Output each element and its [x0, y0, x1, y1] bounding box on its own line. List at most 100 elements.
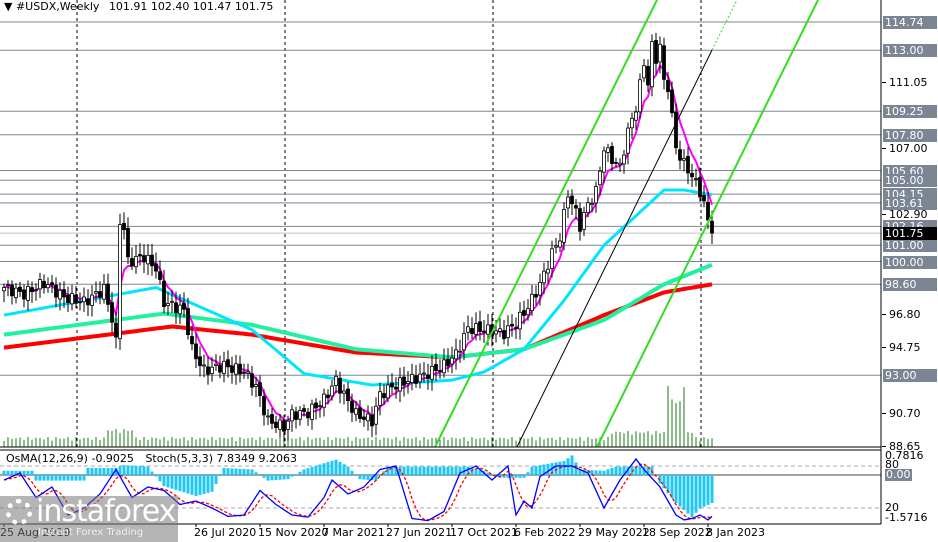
osma-bar: [442, 466, 446, 475]
osma-bar: [522, 475, 526, 478]
bull-candle-body: [210, 366, 214, 374]
bull-candle-body: [538, 282, 542, 296]
osma-bar: [290, 475, 294, 477]
osma-bar: [254, 472, 258, 475]
osma-bar: [174, 475, 178, 490]
osma-bar: [702, 475, 706, 507]
bear-candle-body: [362, 416, 366, 420]
candle: [250, 365, 254, 396]
osma-bar: [182, 475, 186, 493]
candle: [610, 142, 614, 171]
bear-candle-body: [142, 255, 146, 263]
osma-bar: [230, 468, 234, 475]
candle: [258, 375, 262, 407]
level-price-label: 114.74: [883, 16, 937, 29]
dropdown-triangle-icon[interactable]: ▼: [4, 0, 12, 13]
bear-candle-body: [190, 336, 194, 345]
osma-bar: [6, 470, 10, 475]
bull-candle-body: [234, 363, 238, 375]
bear-candle-body: [514, 327, 518, 329]
bear-candle-body: [358, 407, 362, 420]
bull-candle-body: [90, 294, 94, 306]
bull-candle-body: [366, 413, 370, 422]
candle: [38, 272, 42, 298]
osma-bar: [638, 466, 642, 475]
candle: [402, 366, 406, 397]
bull-candle-body: [246, 371, 250, 374]
price-tick-label: 102.90: [882, 208, 928, 222]
candle: [594, 181, 598, 213]
bull-candle-body: [558, 240, 562, 248]
bear-candle-body: [18, 286, 22, 292]
osma-bar: [262, 475, 266, 478]
bull-candle-body: [214, 363, 218, 366]
bear-candle-body: [578, 208, 582, 232]
bear-candle-body: [306, 411, 310, 419]
bull-candle-body: [430, 366, 434, 380]
bull-candle-body: [462, 333, 466, 351]
osma-bar: [162, 475, 166, 487]
bull-candle-body: [498, 328, 502, 332]
osma-bar: [222, 468, 226, 475]
candle: [186, 297, 190, 340]
bear-candle-body: [138, 254, 142, 257]
bull-candle-body: [290, 409, 294, 422]
bull-candle-body: [638, 79, 642, 113]
candle: [466, 315, 470, 341]
bull-candle-body: [354, 408, 358, 415]
bull-candle-body: [310, 403, 314, 420]
osma-bar: [526, 472, 530, 475]
bear-candle-body: [446, 359, 450, 367]
bull-candle-body: [694, 178, 698, 180]
osma-bar: [342, 464, 346, 475]
osma-bar: [238, 468, 242, 475]
candle: [222, 351, 226, 383]
date-label: 7 Mar 2021: [322, 526, 385, 539]
osma-bar: [234, 468, 238, 475]
bull-candle-body: [170, 300, 174, 303]
candle: [366, 405, 370, 431]
candle: [242, 363, 246, 379]
bear-candle-body: [238, 363, 242, 375]
bull-candle-body: [378, 391, 382, 406]
candle: [482, 319, 486, 344]
candle: [626, 122, 630, 165]
bear-candle-body: [338, 377, 342, 394]
candle: [294, 406, 298, 429]
osma-bar: [430, 466, 434, 475]
bear-candle-body: [314, 402, 318, 409]
osma-bar: [562, 461, 566, 475]
bull-candle-body: [278, 419, 282, 430]
bull-candle-body: [322, 393, 326, 408]
bear-candle-body: [690, 172, 694, 178]
osma-bar: [306, 468, 310, 475]
bear-candle-body: [326, 394, 330, 399]
osma-bar: [30, 470, 34, 475]
osma-bar: [122, 465, 126, 475]
bull-candle-body: [14, 287, 18, 298]
bull-candle-body: [342, 390, 346, 394]
trend-channel-lines[interactable]: [434, 0, 819, 448]
bear-candle-body: [614, 161, 618, 164]
candle: [146, 243, 150, 276]
bear-candle-body: [150, 254, 154, 267]
candle: [470, 317, 474, 339]
osma-bar: [134, 465, 138, 475]
price-tick-label: 96.80: [882, 307, 921, 321]
candle: [454, 338, 458, 370]
osma-bar: [274, 475, 278, 481]
bull-candle-body: [506, 325, 510, 339]
bear-candle-body: [470, 328, 474, 334]
bear-candle-body: [182, 302, 186, 310]
bull-candle-body: [134, 255, 138, 268]
osma-bar: [690, 475, 694, 517]
osma-bar: [74, 475, 78, 481]
candle: [370, 406, 374, 438]
bull-candle-body: [550, 248, 554, 269]
bull-candle-body: [494, 330, 498, 335]
bull-candle-body: [486, 324, 490, 335]
candle: [394, 377, 398, 399]
osma-bar: [106, 468, 110, 475]
candle: [82, 287, 86, 312]
osma-bar: [326, 462, 330, 475]
